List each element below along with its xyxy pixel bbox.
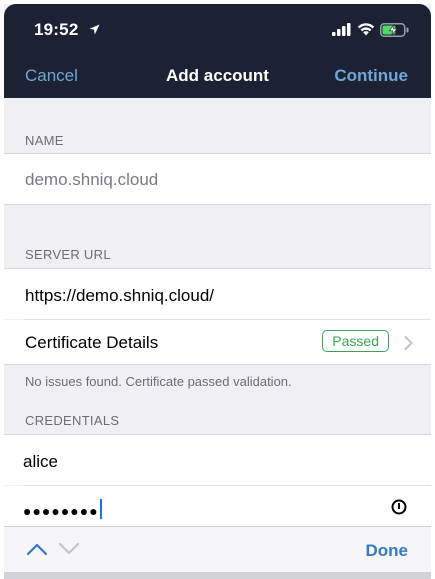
name-field-value: demo.shniq.cloud — [25, 170, 159, 189]
text-cursor — [99, 499, 102, 519]
username-field[interactable]: alice — [4, 435, 431, 485]
username-value: alice — [23, 452, 58, 471]
server-url-value: https://demo.shniq.cloud/ — [25, 286, 215, 305]
credentials-section-header: CREDENTIALS — [25, 413, 120, 428]
certificate-details-row[interactable]: Certificate Details Passed — [4, 320, 431, 364]
name-section-header: NAME — [25, 133, 64, 148]
chevron-right-icon — [404, 336, 413, 350]
password-field[interactable]: ●●●●●●●● — [4, 486, 431, 526]
certificate-details-label: Certificate Details — [25, 333, 159, 352]
keyboard-edge — [4, 572, 431, 579]
password-value: ●●●●●●●● — [23, 499, 102, 519]
continue-button[interactable]: Continue — [334, 66, 408, 86]
divider — [4, 364, 431, 365]
status-time: 19:52 — [34, 20, 79, 39]
name-field[interactable]: demo.shniq.cloud — [4, 154, 431, 204]
certificate-validation-note: No issues found. Certificate passed vali… — [25, 374, 292, 389]
battery-charging-icon — [380, 23, 409, 37]
done-button[interactable]: Done — [366, 541, 409, 561]
password-masked-text: ●●●●●●●● — [23, 503, 99, 519]
location-arrow-icon — [89, 24, 100, 35]
server-url-field[interactable]: https://demo.shniq.cloud/ — [4, 269, 431, 319]
password-reveal-icon[interactable] — [391, 499, 407, 515]
previous-field-icon[interactable] — [26, 542, 48, 556]
next-field-icon[interactable] — [58, 542, 80, 556]
divider — [4, 204, 431, 205]
keyboard-toolbar: Done — [4, 526, 431, 573]
certificate-status-badge: Passed — [322, 330, 389, 352]
app-frame: 19:52 Cancel Add account Continue NAME d… — [4, 4, 431, 579]
cellular-signal-icon — [332, 23, 351, 36]
navigation-bar: 19:52 Cancel Add account Continue — [4, 4, 431, 98]
server-url-section-header: SERVER URL — [25, 247, 111, 262]
wifi-icon — [357, 23, 375, 36]
